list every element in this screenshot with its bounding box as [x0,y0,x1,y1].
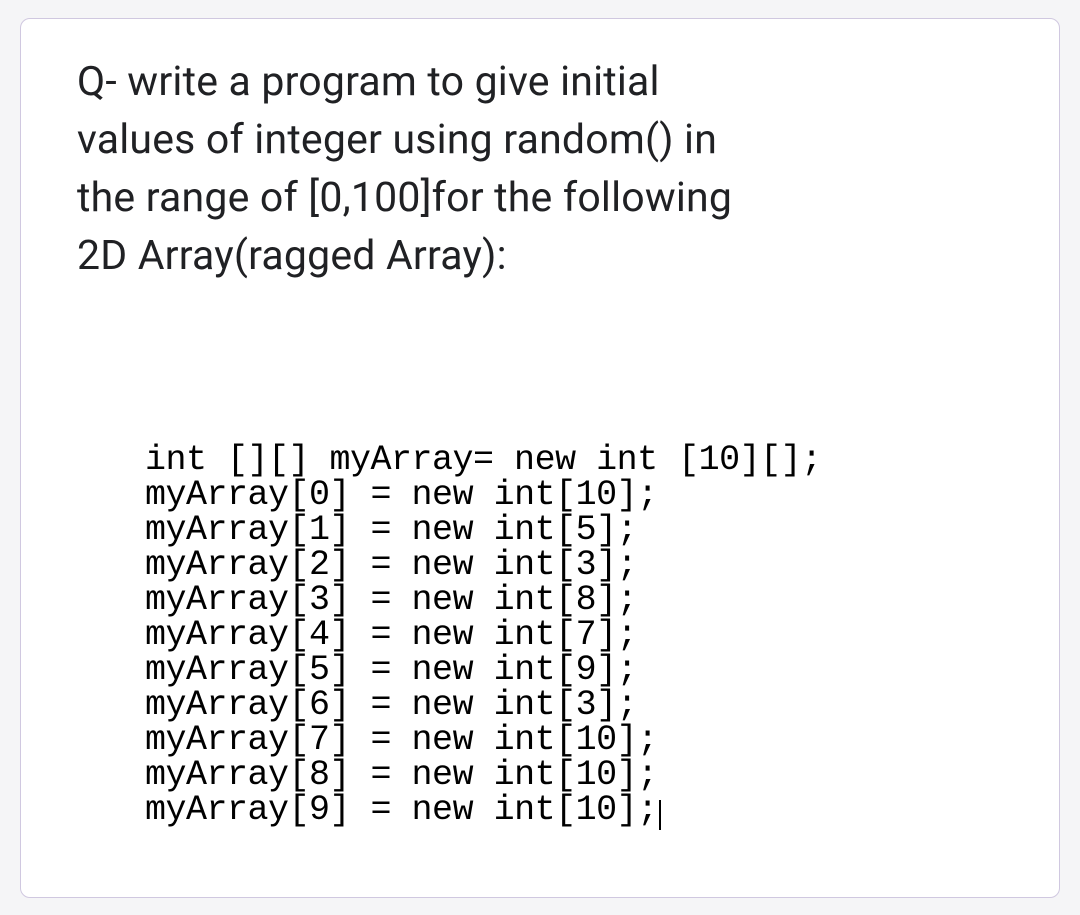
code-lhs: myArray[7] [145,720,350,760]
code-row: myArray[5] = new int[9]; [145,653,1003,688]
code-row: myArray[9] = new int[10]; [145,793,1003,830]
question-line: Q- write a program to give initial [77,53,1003,111]
code-row: myArray[6] = new int[3]; [145,688,1003,723]
code-rhs: = new int[5]; [350,510,637,550]
code-rhs: = new int[10]; [350,755,658,795]
code-rhs: = new int[3]; [350,685,637,725]
code-row: myArray[3] = new int[8]; [145,583,1003,618]
content-card: Q- write a program to give initial value… [20,18,1060,898]
code-row: myArray[2] = new int[3]; [145,548,1003,583]
code-lhs: myArray[0] [145,475,350,515]
code-row: myArray[8] = new int[10]; [145,758,1003,793]
code-lhs: myArray[6] [145,685,350,725]
code-lhs: myArray[1] [145,510,350,550]
code-row: myArray[4] = new int[7]; [145,618,1003,653]
code-lhs: myArray[9] [145,790,350,830]
code-lhs: myArray[8] [145,755,350,795]
code-rhs: = new int[10]; [350,475,658,515]
question-line: values of integer using random() in [77,111,1003,169]
code-rhs: = new int[10]; [350,790,658,830]
code-lhs: myArray[4] [145,615,350,655]
code-row: myArray[7] = new int[10]; [145,723,1003,758]
code-row: myArray[0] = new int[10]; [145,478,1003,513]
question-line: 2D Array(ragged Array): [77,227,1003,285]
question-text: Q- write a program to give initial value… [77,53,1003,286]
code-rhs: = new int[7]; [350,615,637,655]
code-lhs: myArray[3] [145,580,350,620]
code-rhs: = new int[9]; [350,650,637,690]
code-rhs: = new int[3]; [350,545,637,585]
code-block: int [][] myArray= new int [10][];myArray… [145,373,1003,900]
code-rhs: = new int[8]; [350,580,637,620]
question-line: the range of [0,100]for the following [77,169,1003,227]
code-rhs: = new int[10]; [350,720,658,760]
text-cursor-icon [659,800,661,830]
code-row: myArray[1] = new int[5]; [145,513,1003,548]
code-declaration: int [][] myArray= new int [10][]; [145,443,1003,478]
code-lhs: myArray[2] [145,545,350,585]
code-lhs: myArray[5] [145,650,350,690]
